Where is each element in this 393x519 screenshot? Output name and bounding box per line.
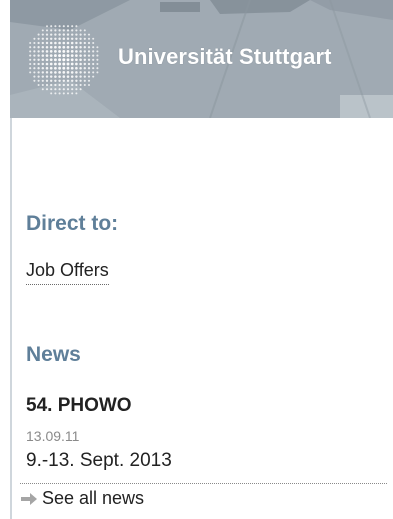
university-seal-icon[interactable]: [24, 20, 102, 98]
arrow-right-icon: [21, 492, 37, 505]
site-header: Universität Stuttgart: [10, 0, 393, 118]
news-item-date: 13.09.11: [26, 428, 80, 444]
news-heading: News: [26, 343, 81, 366]
direct-to-heading: Direct to:: [26, 212, 119, 235]
news-item-description: 9.-13. Sept. 2013: [26, 450, 172, 471]
job-offers-link[interactable]: Job Offers: [26, 260, 109, 285]
see-all-news-link[interactable]: See all news: [20, 488, 144, 509]
news-item-title[interactable]: 54. PHOWO: [26, 395, 132, 417]
see-all-news-label: See all news: [42, 488, 145, 508]
university-name[interactable]: Universität Stuttgart: [118, 44, 332, 70]
page: Universität Stuttgart Direct to: Job Off…: [0, 0, 393, 519]
left-border: [10, 118, 12, 519]
divider: [20, 483, 387, 484]
